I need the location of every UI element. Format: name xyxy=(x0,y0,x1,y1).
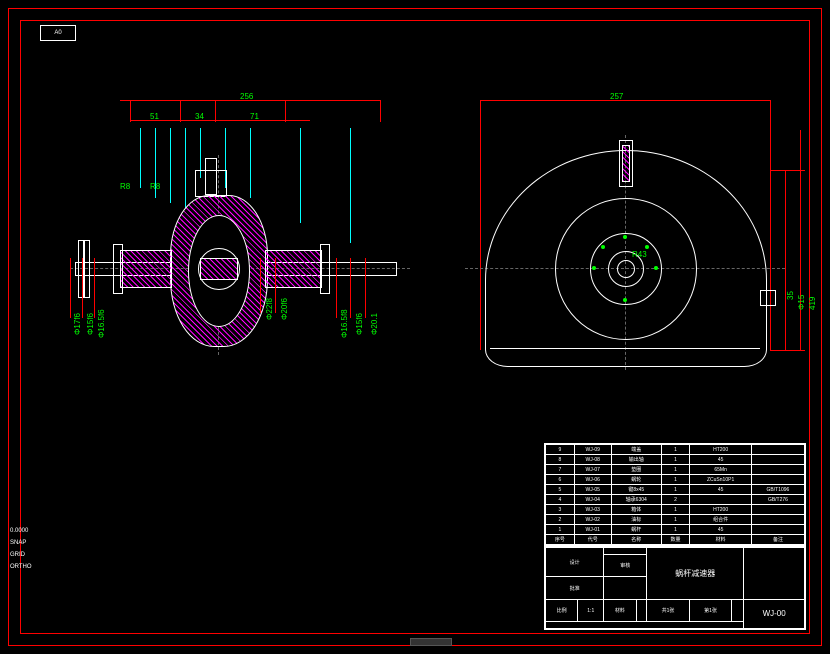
bolt-hole xyxy=(645,245,649,249)
company xyxy=(744,548,805,600)
status-2: SNAP xyxy=(10,540,26,546)
dim-d7: Φ15f6 xyxy=(355,313,364,335)
dim-d8: Φ20.1 xyxy=(370,313,379,335)
bom-header: 代号 xyxy=(574,535,611,545)
ext-line xyxy=(480,100,481,350)
leader xyxy=(170,128,171,203)
bom-row: 1WJ-01蜗杆145 xyxy=(546,525,805,535)
bom-row: 3WJ-03箱体1HT200 xyxy=(546,505,805,515)
status-3: GRID xyxy=(10,552,25,558)
body-base xyxy=(490,348,760,349)
flange-right xyxy=(320,244,330,294)
bom-header: 名称 xyxy=(611,535,661,545)
design-cell: 设计 xyxy=(546,548,604,577)
check-cell: 审核 xyxy=(604,554,647,577)
sheet: 第1张 xyxy=(689,599,732,622)
ext-line xyxy=(785,170,786,350)
status-1: 0.0000 xyxy=(10,528,28,534)
drawing-title: 蜗杆减速器 xyxy=(647,548,744,600)
scale-lbl: 比例 xyxy=(546,599,578,622)
flange-left xyxy=(113,244,123,294)
gear-hub xyxy=(200,258,238,280)
ext-line xyxy=(215,100,216,122)
bolt-hole xyxy=(601,245,605,249)
drawing-number: WJ-00 xyxy=(744,599,805,628)
ext-line xyxy=(800,130,801,350)
mat-lbl: 材料 xyxy=(604,599,636,622)
ext-line xyxy=(350,258,351,318)
cap-bolt xyxy=(84,240,90,298)
dim-side2: Φ15 xyxy=(797,295,806,310)
bom-row: 8WJ-08输出轴145 xyxy=(546,455,805,465)
ext-line xyxy=(94,258,95,318)
bom-row: 2WJ-02油标1组合件 xyxy=(546,515,805,525)
ext-line xyxy=(285,100,286,122)
bom-row: 5WJ-05键8x45145GB/T1096 xyxy=(546,485,805,495)
leader xyxy=(140,128,141,188)
dim-overall: 256 xyxy=(240,92,253,101)
dim-overall-r: 257 xyxy=(610,92,623,101)
bom-row: 7WJ-07垫圈165Mn xyxy=(546,465,805,475)
dim-seg1: 51 xyxy=(150,112,159,121)
dim-side3: 419 xyxy=(808,297,817,310)
ext-line xyxy=(180,100,181,122)
bolt-hole xyxy=(654,266,658,270)
scroll-thumb[interactable] xyxy=(410,638,452,646)
dim-r2: R8 xyxy=(150,182,160,191)
bom-header: 序号 xyxy=(546,535,575,545)
name1 xyxy=(604,548,647,555)
bom-row: 6WJ-06蜗轮1ZCuSn10P1 xyxy=(546,475,805,485)
side-lug xyxy=(760,290,776,306)
center-hole xyxy=(617,260,635,278)
bom-header: 材料 xyxy=(690,535,752,545)
bolt-hole xyxy=(592,266,596,270)
bearing-left xyxy=(120,250,172,288)
bearing-right xyxy=(265,250,322,288)
ext-line xyxy=(336,258,337,318)
bom-table: 9WJ-09端盖1HT2008WJ-08输出轴1457WJ-07垫圈165Mn6… xyxy=(544,443,806,546)
leader xyxy=(350,128,351,243)
dim-seg2: 34 xyxy=(195,112,204,121)
dim-d4: Φ22f8 xyxy=(265,298,274,320)
title-block: 设计 蜗杆减速器 审核 批准 比例 1:1 材料 共1张 第1张 WJ-00 xyxy=(544,546,806,630)
ext-line xyxy=(770,170,805,171)
cad-canvas[interactable]: A0 256 51 34 71 xyxy=(0,0,830,654)
ext-line xyxy=(82,258,83,318)
name2 xyxy=(604,577,647,600)
dim-r1: R8 xyxy=(120,182,130,191)
bom-row: 4WJ-04轴承63042GB/T276 xyxy=(546,495,805,505)
ext-line xyxy=(770,100,771,350)
bom-header: 数量 xyxy=(661,535,690,545)
ext-line xyxy=(130,100,131,122)
bolt-hole xyxy=(623,298,627,302)
rev-row xyxy=(546,622,744,629)
sheets: 共1张 xyxy=(647,599,690,622)
dim-d1: Φ17f6 xyxy=(73,313,82,335)
inlet-flange xyxy=(195,170,227,197)
ext-line xyxy=(365,258,366,318)
ext-line xyxy=(380,100,381,122)
dim-center-r: R43 xyxy=(632,250,647,259)
ext-line xyxy=(260,258,261,313)
leader xyxy=(185,128,186,208)
bom-header: 备注 xyxy=(751,535,804,545)
dim-d6: Φ16.5f8 xyxy=(340,309,349,338)
inlet-bore xyxy=(622,145,630,182)
status-4: ORTHO xyxy=(10,564,32,570)
dim-side1: 35 xyxy=(786,291,795,300)
dim-d3: Φ16.5f6 xyxy=(97,309,106,338)
leader xyxy=(300,128,301,223)
leader xyxy=(250,128,251,198)
dim-d5: Φ20f6 xyxy=(280,298,289,320)
approve-cell: 批准 xyxy=(546,577,604,600)
format-tab: A0 xyxy=(40,25,76,41)
dim-seg3: 71 xyxy=(250,112,259,121)
ext-line xyxy=(275,258,276,313)
bolt-hole xyxy=(623,235,627,239)
scale: 1:1 xyxy=(578,599,604,622)
bom-row: 9WJ-09端盖1HT200 xyxy=(546,445,805,455)
ext-line xyxy=(770,350,805,351)
dim-line xyxy=(480,100,770,101)
ext-line xyxy=(70,258,71,318)
